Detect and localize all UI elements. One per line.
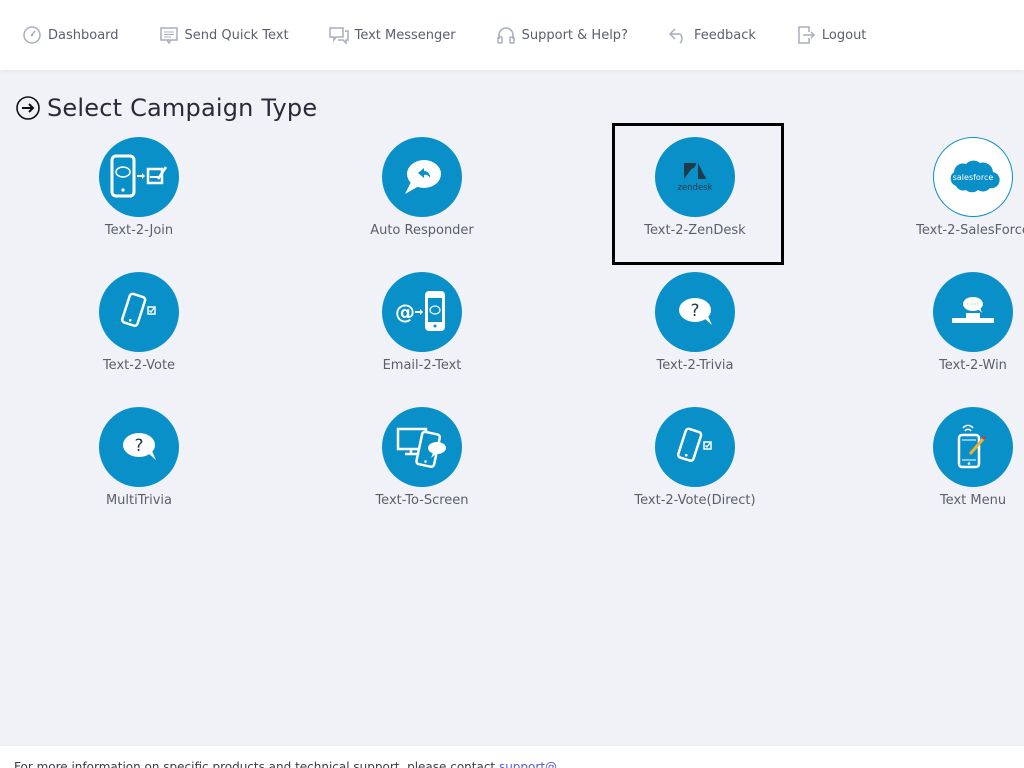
campaign-label: Auto Responder [370,223,474,238]
phone-to-form-icon [99,137,179,217]
podium-bubble-icon [933,272,1013,352]
nav-text-messenger-label: Text Messenger [354,27,456,43]
campaign-label: Text-2-ZenDesk [644,223,746,238]
nav-text-messenger[interactable]: Text Messenger [328,25,456,45]
nav-logout-label: Logout [821,27,867,43]
svg-text:?: ? [690,301,699,321]
campaign-multitrivia[interactable]: ? MultiTrivia [49,407,229,508]
nav-dashboard[interactable]: Dashboard [22,25,119,45]
campaign-email-2-text[interactable]: @ Email-2-Text [332,272,512,373]
page-header: Select Campaign Type [15,94,317,122]
campaign-label: Text Menu [939,493,1007,508]
reply-bubble-icon [382,137,462,217]
campaign-text-2-vote-direct[interactable]: Text-2-Vote(Direct) [605,407,785,508]
svg-text:salesforce: salesforce [953,173,994,182]
campaign-text-menu[interactable]: Text Menu [883,407,1024,508]
campaign-label: Text-2-Win [939,358,1007,373]
nav-support-help-label: Support & Help? [521,27,628,43]
campaign-label: Text-2-Join [104,223,174,238]
nav-feedback-label: Feedback [693,27,756,43]
footer: For more information on specific product… [0,746,1024,768]
chat-bubbles-icon [328,25,349,45]
phone-pencil-icon [933,407,1013,487]
campaign-label: Text-2-Vote(Direct) [634,493,756,508]
campaign-text-2-vote[interactable]: Text-2-Vote [49,272,229,373]
nav-support-help[interactable]: Support & Help? [496,25,628,45]
message-square-icon [159,25,179,45]
salesforce-logo-icon: salesforce [933,137,1013,217]
nav-dashboard-label: Dashboard [48,27,119,43]
nav-send-quick-text-label: Send Quick Text [184,27,289,43]
campaign-label: MultiTrivia [105,493,173,508]
arrow-circle-right-icon [16,96,40,120]
phone-checkbox-icon [99,272,179,352]
campaign-text-2-salesforce[interactable]: salesforce Text-2-SalesForce [883,137,1024,238]
nav-logout[interactable]: Logout [796,25,867,45]
campaign-label: Text-2-Vote [102,358,176,373]
question-bubble-icon: ? [99,407,179,487]
phone-checkbox-icon [655,407,735,487]
speedometer-icon [22,25,42,45]
top-navigation: Dashboard Send Quick Text Text Messenger… [0,0,1024,70]
logout-icon [796,25,816,45]
campaign-label: Text-2-Trivia [656,358,734,373]
svg-text:@: @ [395,300,415,324]
footer-info-text: For more information on specific product… [14,760,499,768]
monitor-phone-icon [382,407,462,487]
svg-text:?: ? [134,436,143,456]
question-bubble-icon: ? [655,272,735,352]
footer-text: For more information on specific product… [14,760,568,768]
campaign-label: Email-2-Text [382,358,462,373]
campaign-text-to-screen[interactable]: Text-To-Screen [332,407,512,508]
page-title: Select Campaign Type [47,94,318,122]
footer-support-link[interactable]: support@... [499,760,569,768]
email-to-phone-icon: @ [382,272,462,352]
zendesk-logo-icon: zendesk [655,137,735,217]
campaign-label: Text-2-SalesForce [916,223,1024,238]
headphones-icon [496,25,516,45]
campaign-auto-responder[interactable]: Auto Responder [332,137,512,238]
reply-arrow-icon [668,25,688,45]
campaign-text-2-trivia[interactable]: ? Text-2-Trivia [605,272,785,373]
campaign-text-2-join[interactable]: Text-2-Join [49,137,229,238]
nav-send-quick-text[interactable]: Send Quick Text [159,25,289,45]
campaign-text-2-zendesk[interactable]: zendesk Text-2-ZenDesk [605,137,785,238]
campaign-text-2-win[interactable]: Text-2-Win [883,272,1024,373]
svg-text:zendesk: zendesk [677,183,712,193]
nav-feedback[interactable]: Feedback [668,25,756,45]
campaign-label: Text-To-Screen [375,493,469,508]
